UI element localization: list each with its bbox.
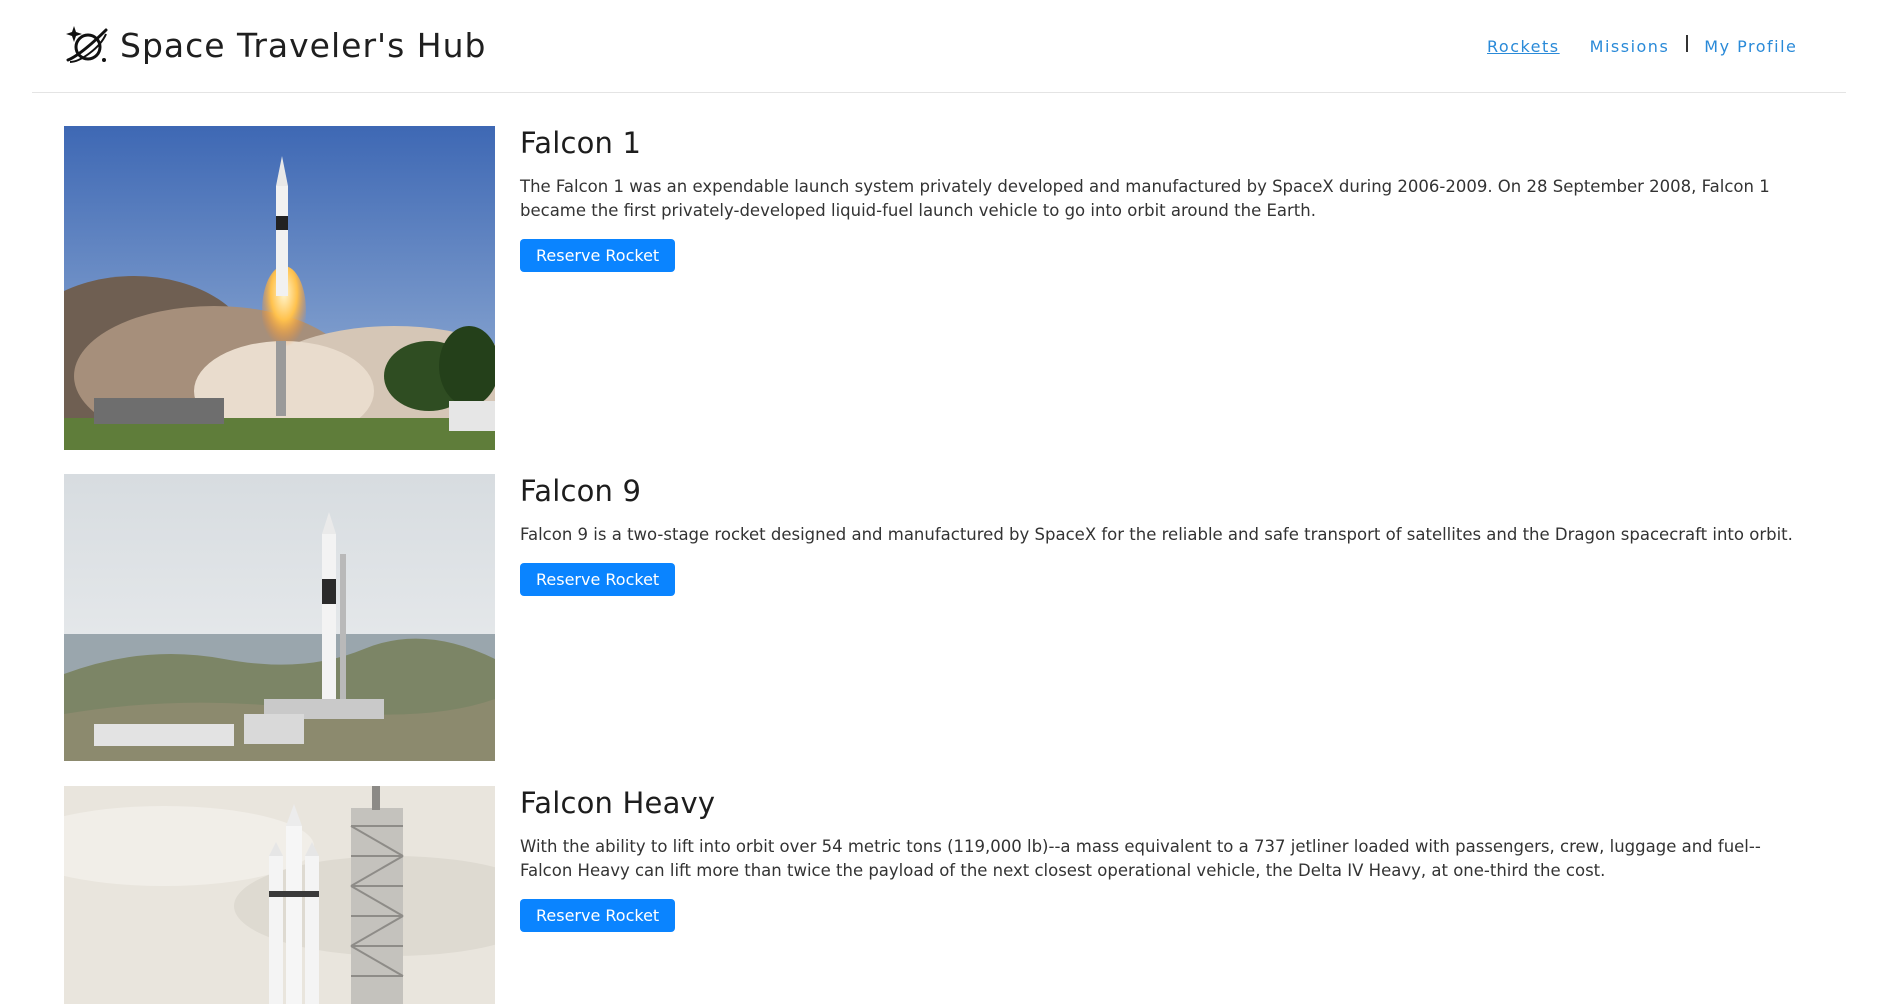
- reserve-rocket-button[interactable]: Reserve Rocket: [520, 239, 676, 272]
- rocket-image: [64, 786, 495, 1004]
- logo[interactable]: Space Traveler's Hub: [64, 22, 486, 68]
- site-title: Space Traveler's Hub: [120, 25, 487, 65]
- rocket-info: Falcon 9 Falcon 9 is a two-stage rocket …: [520, 474, 1810, 596]
- main-nav: Rockets Missions My Profile: [1487, 34, 1797, 58]
- rocket-image: [64, 126, 495, 450]
- rocket-image: [64, 474, 495, 761]
- rocket-name: Falcon 9: [520, 474, 642, 508]
- rocket-description: The Falcon 1 was an expendable launch sy…: [520, 177, 1770, 220]
- rocket-on-pad-photo: [64, 474, 495, 761]
- rocket-name: Falcon 1: [520, 126, 642, 160]
- rocket-info: Falcon Heavy With the ability to lift in…: [520, 786, 1810, 932]
- rocket-launch-photo: [64, 126, 495, 450]
- nav-link-rockets[interactable]: Rockets: [1487, 37, 1560, 56]
- rocket-description: Falcon 9 is a two-stage rocket designed …: [520, 525, 1793, 544]
- rocket-name: Falcon Heavy: [520, 786, 716, 820]
- heavy-rocket-tower-photo: [64, 786, 495, 1004]
- reserve-rocket-button[interactable]: Reserve Rocket: [520, 563, 676, 596]
- site-header: Space Traveler's Hub Rockets Missions My…: [32, 0, 1846, 93]
- nav-link-missions[interactable]: Missions: [1590, 37, 1670, 56]
- nav-divider: [1686, 34, 1689, 52]
- rocket-description: With the ability to lift into orbit over…: [520, 837, 1761, 880]
- planet-rocket-icon: [66, 26, 108, 63]
- rocket-info: Falcon 1 The Falcon 1 was an expendable …: [520, 126, 1810, 272]
- reserve-rocket-button[interactable]: Reserve Rocket: [520, 899, 676, 932]
- nav-link-my-profile[interactable]: My Profile: [1704, 37, 1797, 56]
